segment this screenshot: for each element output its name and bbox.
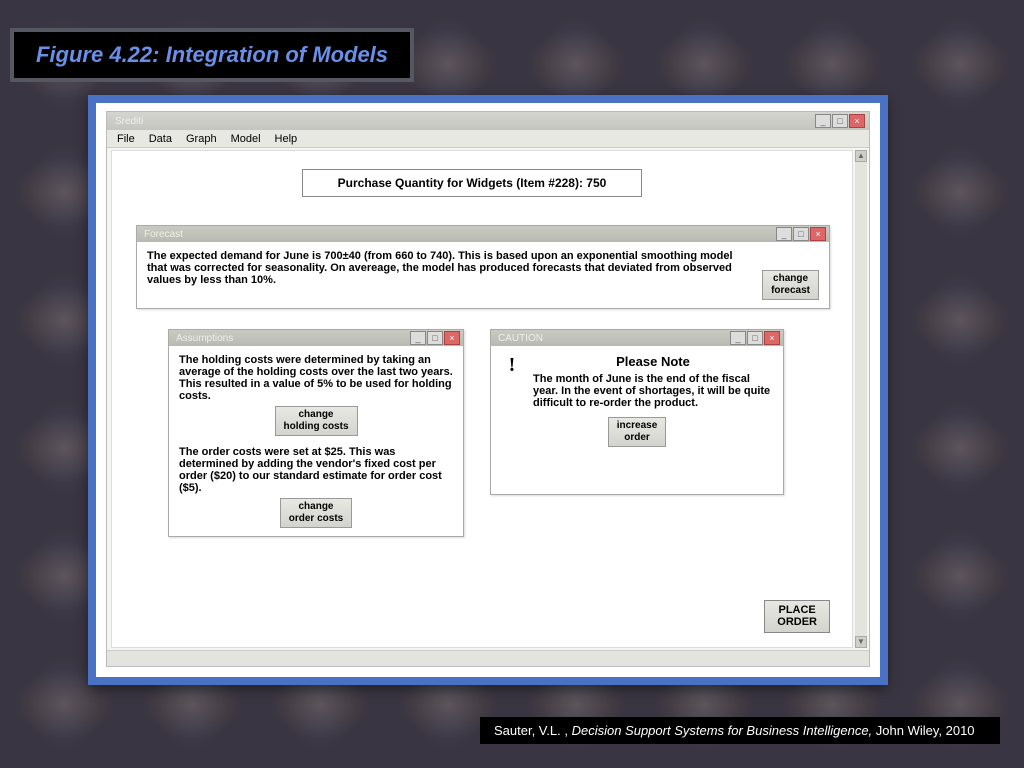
forecast-maximize-button[interactable]: □ — [793, 227, 809, 241]
forecast-close-button[interactable]: × — [810, 227, 826, 241]
caution-titlebar: CAUTION _ □ × — [491, 330, 783, 346]
menu-help[interactable]: Help — [275, 133, 298, 145]
forecast-minimize-button[interactable]: _ — [776, 227, 792, 241]
scroll-down-icon[interactable]: ▼ — [855, 636, 867, 648]
forecast-titlebar: Forecast _ □ × — [137, 226, 829, 242]
change-forecast-button[interactable]: change forecast — [762, 270, 819, 300]
increase-order-button[interactable]: increase order — [608, 417, 667, 447]
maximize-button[interactable]: □ — [832, 114, 848, 128]
place-order-button[interactable]: PLACE ORDER — [764, 600, 830, 633]
citation-publisher: John Wiley, 2010 — [876, 723, 975, 738]
caution-minimize-button[interactable]: _ — [730, 331, 746, 345]
slide-frame: Srediti _ □ × File Data Graph Model Help… — [88, 95, 888, 685]
caution-maximize-button[interactable]: □ — [747, 331, 763, 345]
change-holding-costs-button[interactable]: change holding costs — [275, 406, 358, 436]
scroll-up-icon[interactable]: ▲ — [855, 150, 867, 162]
assumptions-title: Assumptions — [172, 333, 410, 344]
change-order-costs-button[interactable]: change order costs — [280, 498, 352, 528]
forecast-text: The expected demand for June is 700±40 (… — [147, 250, 752, 286]
caution-text: The month of June is the end of the fisc… — [533, 373, 773, 409]
figure-title: Figure 4.22: Integration of Models — [10, 28, 414, 82]
warning-icon: ! — [501, 354, 523, 376]
purchase-quantity-box: Purchase Quantity for Widgets (Item #228… — [302, 169, 642, 197]
app-title: Srediti — [111, 116, 815, 127]
assumptions-window: Assumptions _ □ × The holding costs were… — [168, 329, 464, 537]
minimize-button[interactable]: _ — [815, 114, 831, 128]
caution-close-button[interactable]: × — [764, 331, 780, 345]
vertical-scrollbar[interactable]: ▲ ▼ — [855, 150, 867, 648]
status-bar — [107, 650, 869, 666]
assumptions-titlebar: Assumptions _ □ × — [169, 330, 463, 346]
close-button[interactable]: × — [849, 114, 865, 128]
window-controls: _ □ × — [815, 114, 865, 128]
menu-data[interactable]: Data — [149, 133, 172, 145]
caution-window: CAUTION _ □ × ! Please Note The month of… — [490, 329, 784, 495]
menu-graph[interactable]: Graph — [186, 133, 217, 145]
assumptions-close-button[interactable]: × — [444, 331, 460, 345]
forecast-title: Forecast — [140, 229, 776, 240]
caution-title: CAUTION — [494, 333, 730, 344]
menu-model[interactable]: Model — [231, 133, 261, 145]
menu-bar: File Data Graph Model Help — [107, 130, 869, 148]
assumptions-maximize-button[interactable]: □ — [427, 331, 443, 345]
app-window: Srediti _ □ × File Data Graph Model Help… — [106, 111, 870, 667]
assumptions-minimize-button[interactable]: _ — [410, 331, 426, 345]
content-area: Purchase Quantity for Widgets (Item #228… — [111, 150, 853, 648]
holding-costs-text: The holding costs were determined by tak… — [179, 354, 453, 402]
citation: Sauter, V.L. , Decision Support Systems … — [480, 717, 1000, 744]
order-costs-text: The order costs were set at $25. This wa… — [179, 446, 453, 494]
caution-heading: Please Note — [533, 354, 773, 369]
main-titlebar: Srediti _ □ × — [107, 112, 869, 130]
citation-author: Sauter, V.L. , — [494, 723, 572, 738]
citation-title: Decision Support Systems for Business In… — [572, 723, 876, 738]
forecast-window: Forecast _ □ × The expected demand for J… — [136, 225, 830, 309]
menu-file[interactable]: File — [117, 133, 135, 145]
